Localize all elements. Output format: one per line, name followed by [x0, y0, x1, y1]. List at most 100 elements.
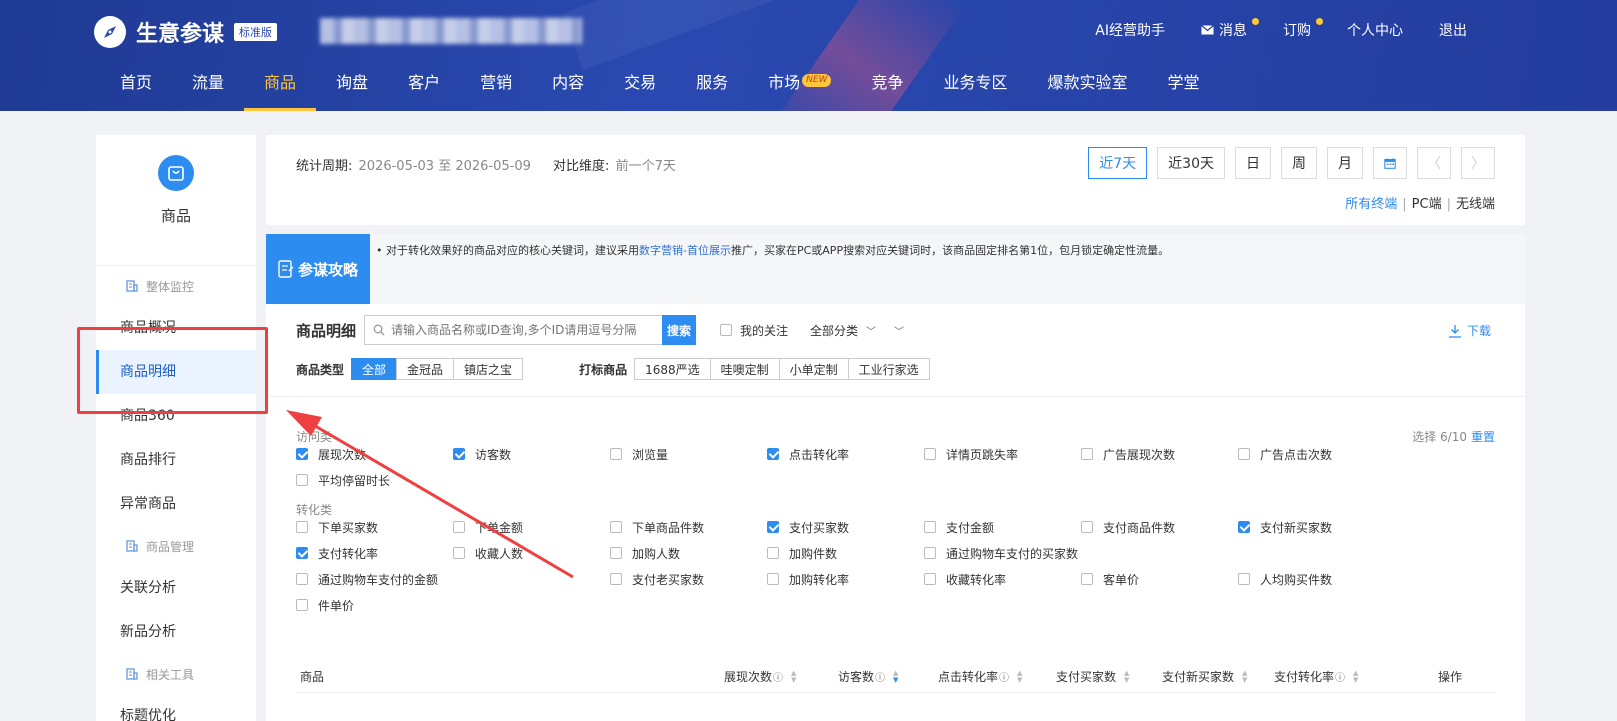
terminal-option[interactable]: PC端 [1412, 197, 1442, 212]
date-range-button[interactable]: 周 [1281, 147, 1317, 179]
metric-checkbox[interactable] [924, 521, 936, 533]
calendar-icon[interactable] [1373, 147, 1407, 179]
metric-option[interactable]: 支付商品件数 [1081, 518, 1238, 536]
digital-marketing-link[interactable]: 数字营销-首位展示 [639, 244, 731, 257]
metric-option[interactable]: 通过购物车支付的金额 [296, 570, 453, 588]
terminal-option[interactable]: 所有终端 [1345, 197, 1397, 212]
metric-checkbox[interactable] [767, 521, 779, 533]
download-button[interactable]: 下载 [1448, 322, 1491, 339]
metric-option[interactable]: 通过购物车支付的买家数 [924, 544, 1081, 562]
header-link[interactable]: AI经营助手 [1095, 20, 1165, 40]
metric-option[interactable]: 收藏转化率 [924, 570, 1081, 588]
metric-checkbox[interactable] [296, 448, 308, 460]
metric-checkbox[interactable] [767, 573, 779, 585]
help-circle-icon[interactable]: ⓘ [773, 669, 783, 684]
date-range-button[interactable]: 月 [1327, 147, 1363, 179]
table-column-header[interactable]: 展现次数 ⓘ ▲ ▼ [724, 668, 796, 685]
metric-option[interactable]: 支付老买家数 [610, 570, 767, 588]
metric-checkbox[interactable] [610, 547, 622, 559]
metric-checkbox[interactable] [767, 448, 779, 460]
metric-checkbox[interactable] [1081, 448, 1093, 460]
tag-option[interactable]: 1688严选 [634, 358, 711, 380]
metric-checkbox[interactable] [1081, 521, 1093, 533]
sidebar-item[interactable]: 关联分析 [96, 566, 256, 610]
nav-item[interactable]: 流量 [172, 68, 244, 111]
chevron-left-icon[interactable]: 〈 [1417, 147, 1451, 179]
nav-item[interactable]: 服务 [676, 68, 748, 111]
sort-icon[interactable]: ▲ ▼ [893, 669, 898, 684]
metric-option[interactable]: 浏览量 [610, 445, 767, 463]
metric-checkbox[interactable] [453, 547, 465, 559]
metric-checkbox[interactable] [296, 573, 308, 585]
metric-option[interactable]: 支付转化率 [296, 544, 453, 562]
header-link[interactable]: 个人中心 [1347, 20, 1403, 40]
nav-item[interactable]: 市场 NEW [748, 68, 851, 111]
metric-checkbox[interactable] [296, 547, 308, 559]
metric-option[interactable]: 支付买家数 [767, 518, 924, 536]
follow-checkbox[interactable] [720, 324, 733, 336]
metric-option[interactable]: 下单买家数 [296, 518, 453, 536]
help-circle-icon[interactable]: ⓘ [875, 669, 885, 684]
nav-item[interactable]: 爆款实验室 [1028, 68, 1148, 111]
nav-item[interactable]: 业务专区 [924, 68, 1028, 111]
nav-item[interactable]: 学堂 [1148, 68, 1220, 111]
search-button[interactable]: 搜索 [662, 315, 697, 345]
metric-option[interactable]: 点击转化率 [767, 445, 924, 463]
chevron-right-icon[interactable]: 〉 [1461, 147, 1495, 179]
chevron-down-icon[interactable]: ﹀ [894, 323, 904, 338]
sort-icon[interactable]: ▲ ▼ [791, 669, 796, 684]
tag-option[interactable]: 哇噢定制 [709, 358, 780, 380]
sort-icon[interactable]: ▲ ▼ [1353, 669, 1358, 684]
metric-option[interactable]: 人均购买件数 [1238, 570, 1395, 588]
logo[interactable]: 生意参谋 标准版 [94, 14, 278, 50]
tag-option[interactable]: 工业行家选 [847, 358, 930, 380]
terminal-option[interactable]: 无线端 [1456, 197, 1495, 212]
type-option[interactable]: 金冠品 [396, 358, 455, 380]
nav-item[interactable]: 营销 [460, 68, 532, 111]
metric-checkbox[interactable] [296, 474, 308, 486]
sort-icon[interactable]: ▲ ▼ [1242, 669, 1247, 684]
header-link[interactable]: 退出 [1439, 20, 1467, 40]
metric-option[interactable]: 广告点击次数 [1238, 445, 1395, 463]
metric-option[interactable]: 平均停留时长 [296, 471, 453, 489]
metric-option[interactable]: 广告展现次数 [1081, 445, 1238, 463]
header-link[interactable]: 订购 [1283, 18, 1323, 40]
metric-option[interactable]: 展现次数 [296, 445, 453, 463]
nav-item[interactable]: 首页 [100, 68, 172, 111]
metric-checkbox[interactable] [1238, 573, 1250, 585]
metric-option[interactable]: 下单商品件数 [610, 518, 767, 536]
metric-checkbox[interactable] [453, 521, 465, 533]
my-follow-checkbox[interactable]: 我的关注 [720, 322, 788, 339]
metric-option[interactable]: 访客数 [453, 445, 610, 463]
date-range-button[interactable]: 近7天 [1088, 147, 1148, 179]
nav-item[interactable]: 商品 [244, 68, 317, 111]
metric-option[interactable]: 下单金额 [453, 518, 610, 536]
type-option[interactable]: 全部 [351, 358, 398, 380]
metric-option[interactable]: 客单价 [1081, 570, 1238, 588]
sidebar-item[interactable]: 标题优化 [96, 694, 256, 721]
sidebar-item[interactable]: 商品排行 [96, 438, 256, 482]
metric-checkbox[interactable] [1081, 573, 1093, 585]
table-column-header[interactable]: 支付转化率 ⓘ ▲ ▼ [1274, 668, 1358, 685]
table-column-header[interactable]: 点击转化率 ⓘ ▲ ▼ [938, 668, 1022, 685]
nav-item[interactable]: 内容 [532, 68, 604, 111]
metric-checkbox[interactable] [296, 599, 308, 611]
metric-option[interactable]: 详情页跳失率 [924, 445, 1081, 463]
date-range-button[interactable]: 近30天 [1157, 147, 1225, 179]
table-column-header[interactable]: 访客数 ⓘ ▲ ▼ [838, 668, 898, 685]
metric-checkbox[interactable] [924, 573, 936, 585]
sidebar-item[interactable]: 新品分析 [96, 610, 256, 654]
metric-option[interactable]: 支付金额 [924, 518, 1081, 536]
metric-option[interactable]: 收藏人数 [453, 544, 610, 562]
metric-option[interactable]: 支付新买家数 [1238, 518, 1395, 536]
metric-checkbox[interactable] [610, 573, 622, 585]
metric-checkbox[interactable] [1238, 448, 1250, 460]
header-link[interactable]: 消息 [1201, 18, 1259, 40]
date-range-button[interactable]: 日 [1235, 147, 1271, 179]
metric-checkbox[interactable] [610, 521, 622, 533]
help-circle-icon[interactable]: ⓘ [1335, 669, 1345, 684]
reset-link[interactable]: 重置 [1471, 430, 1495, 444]
metric-option[interactable]: 加购件数 [767, 544, 924, 562]
metric-checkbox[interactable] [296, 521, 308, 533]
nav-item[interactable]: 客户 [388, 68, 460, 111]
